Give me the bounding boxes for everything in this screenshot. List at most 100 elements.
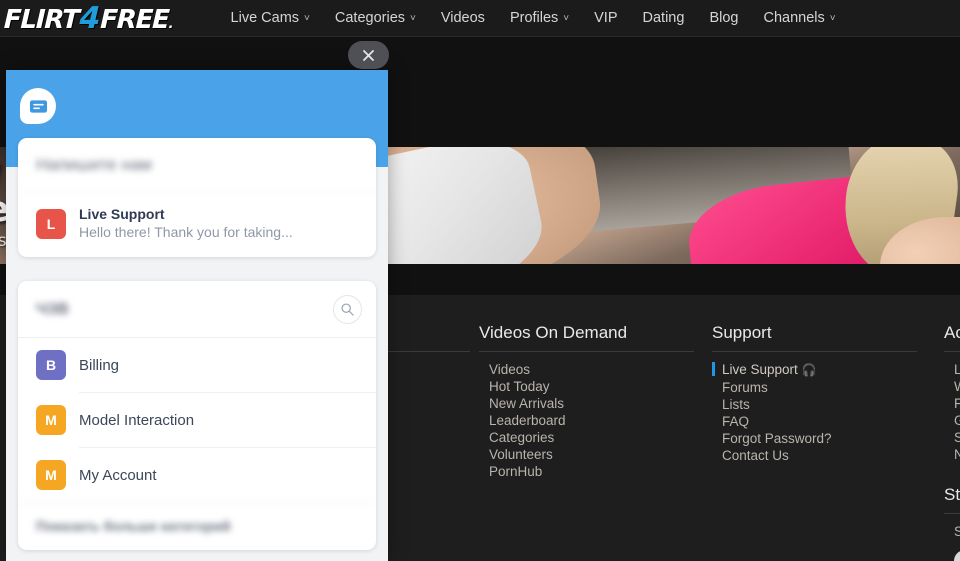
nav-item-categories[interactable]: Categories ˅ — [335, 10, 416, 26]
nav-item-label: Channels — [763, 10, 824, 26]
footer-link-label: Lists — [722, 397, 750, 412]
category-avatar: B — [36, 350, 66, 380]
site-logo[interactable]: FLIRT4FREE. — [3, 1, 173, 36]
footer-link-volunteers[interactable]: Volunteers — [479, 446, 694, 463]
category-label: My Account — [79, 467, 358, 484]
help-search-row[interactable]: ЧЗВ — [18, 281, 376, 338]
footer-link-label: Get Credits — [954, 413, 960, 428]
page-root: FLIRT4FREE. Live Cams ˅ Categories ˅ Videos P… — [0, 0, 960, 561]
footer-link-webmasters[interactable]: Webmasters — [944, 378, 960, 395]
footer-link-label: Newsletter — [954, 447, 960, 462]
footer-link-label: New Arrivals — [489, 396, 564, 411]
nav-item-label: VIP — [594, 10, 617, 26]
footer-column-title-support: Support — [712, 323, 917, 351]
nav-item-vip[interactable]: VIP — [594, 10, 617, 26]
chat-lines-glyph — [29, 97, 48, 116]
footer-link-forgot-password[interactable]: Forgot Password? — [712, 430, 917, 447]
nav-item-blog[interactable]: Blog — [709, 10, 738, 26]
footer-link-label: Leaderboard — [489, 413, 566, 428]
conversation-item[interactable]: L Live Support Hello there! Thank you fo… — [18, 192, 376, 257]
help-search-placeholder: ЧЗВ — [36, 301, 69, 319]
footer-link-list-account: Login Webmasters Free Registration Get Cred… — [944, 352, 960, 463]
nav-item-label: Categories — [335, 10, 405, 26]
chevron-down-icon: ˅ — [563, 14, 569, 24]
footer-column-title-vod: Videos On Demand — [479, 323, 694, 351]
footer-link-list-social: Social — [944, 514, 960, 540]
footer-link-label: Settings — [954, 430, 960, 445]
footer-link-settings[interactable]: Settings — [944, 429, 960, 446]
conversations-card-title: Напишите нам — [18, 138, 376, 192]
chevron-down-icon: ˅ — [304, 14, 310, 24]
footer-link-label: Videos — [489, 362, 530, 377]
conversation-name: Live Support — [79, 205, 293, 223]
nav-item-label: Live Cams — [231, 10, 300, 26]
logo-part-four: 4 — [78, 1, 101, 36]
footer-subtitle-stay-connected: Stay Connected — [944, 485, 960, 513]
footer-link-label: Live Support — [722, 362, 798, 377]
show-more-categories-button[interactable]: Показать больше категорий — [18, 502, 376, 550]
search-icon — [340, 302, 355, 317]
main-nav: Live Cams ˅ Categories ˅ Videos Profiles ˅ VIP D… — [231, 10, 836, 26]
chevron-down-icon: ˅ — [410, 14, 416, 24]
nav-item-label: Profiles — [510, 10, 558, 26]
footer-link-pornhub[interactable]: PornHub — [479, 463, 694, 480]
footer-link-get-credits[interactable]: Get Credits — [944, 412, 960, 429]
footer-column-support: Support Live Support 🎧ForumsLists FAQ Forgo… — [712, 323, 917, 464]
conversations-card: Напишите нам L Live Support Hello there!… — [18, 138, 376, 257]
chevron-down-icon: ˅ — [830, 14, 836, 24]
category-avatar: M — [36, 460, 66, 490]
footer-link-label: Categories — [489, 430, 554, 445]
footer-link-label: FAQ — [722, 414, 749, 429]
footer-link-newsletter[interactable]: Newsletter — [944, 446, 960, 463]
footer-link-free-registration[interactable]: Free Registration — [944, 395, 960, 412]
footer-link-login[interactable]: Login — [944, 361, 960, 378]
close-widget-button[interactable] — [348, 41, 389, 69]
footer-link-label: Login — [954, 362, 960, 377]
footer-link-label: Hot Today — [489, 379, 550, 394]
nav-item-profiles[interactable]: Profiles ˅ — [510, 10, 569, 26]
conversation-avatar: L — [36, 209, 66, 239]
conversation-preview: Hello there! Thank you for taking... — [79, 223, 293, 242]
live-chat-widget: Напишите нам L Live Support Hello there!… — [6, 70, 388, 561]
headset-icon: 🎧 — [802, 362, 817, 379]
footer-link-new-arrivals[interactable]: New Arrivals — [479, 395, 694, 412]
help-categories-card: ЧЗВ B Billing M Model Interaction M My Accoun… — [18, 281, 376, 550]
nav-item-label: Blog — [709, 10, 738, 26]
footer-link-lists[interactable]: Lists — [712, 396, 917, 413]
category-label: Model Interaction — [79, 412, 358, 429]
footer-link-faq[interactable]: FAQ — [712, 413, 917, 430]
footer-link-label: Forgot Password? — [722, 431, 832, 446]
footer-link-live-support[interactable]: Live Support 🎧 — [712, 361, 917, 379]
footer-link-list-vod: Videos Hot Today New Arrivals Leaderboard Ca… — [479, 352, 694, 480]
category-label: Billing — [79, 357, 358, 374]
category-avatar: M — [36, 405, 66, 435]
help-category-model-interaction[interactable]: M Model Interaction — [18, 393, 376, 447]
footer-link-contact-us[interactable]: Contact Us — [712, 447, 917, 464]
footer-link-leaderboard[interactable]: Leaderboard — [479, 412, 694, 429]
nav-item-label: Dating — [643, 10, 685, 26]
nav-item-channels[interactable]: Channels ˅ — [763, 10, 835, 26]
footer-link-label: Webmasters — [954, 379, 960, 394]
widget-body: Напишите нам L Live Support Hello there!… — [6, 138, 388, 550]
social-icon[interactable] — [954, 550, 960, 561]
nav-item-videos[interactable]: Videos — [441, 10, 485, 26]
help-search-button[interactable] — [333, 295, 362, 324]
footer-link-hot-today[interactable]: Hot Today — [479, 378, 694, 395]
logo-part-flirt: FLIRT — [3, 5, 79, 35]
footer-link-forums[interactable]: Forums — [712, 379, 917, 396]
footer-link-label: Social — [954, 524, 960, 539]
help-category-my-account[interactable]: M My Account — [18, 448, 376, 502]
footer-link-categories[interactable]: Categories — [479, 429, 694, 446]
footer-link-social[interactable]: Social — [944, 523, 960, 540]
nav-item-dating[interactable]: Dating — [643, 10, 685, 26]
close-icon — [362, 49, 375, 62]
top-navigation-bar: FLIRT4FREE. Live Cams ˅ Categories ˅ Videos P… — [0, 0, 960, 37]
footer-link-label: Free Registration — [954, 396, 960, 411]
footer-column-title-account: Account — [944, 323, 960, 351]
footer-link-videos[interactable]: Videos — [479, 361, 694, 378]
footer-link-label: Volunteers — [489, 447, 553, 462]
help-category-billing[interactable]: B Billing — [18, 338, 376, 392]
footer-link-list-support: Live Support 🎧ForumsLists FAQ Forgot Passwo… — [712, 352, 917, 464]
footer-link-label: Contact Us — [722, 448, 789, 463]
nav-item-live-cams[interactable]: Live Cams ˅ — [231, 10, 310, 26]
